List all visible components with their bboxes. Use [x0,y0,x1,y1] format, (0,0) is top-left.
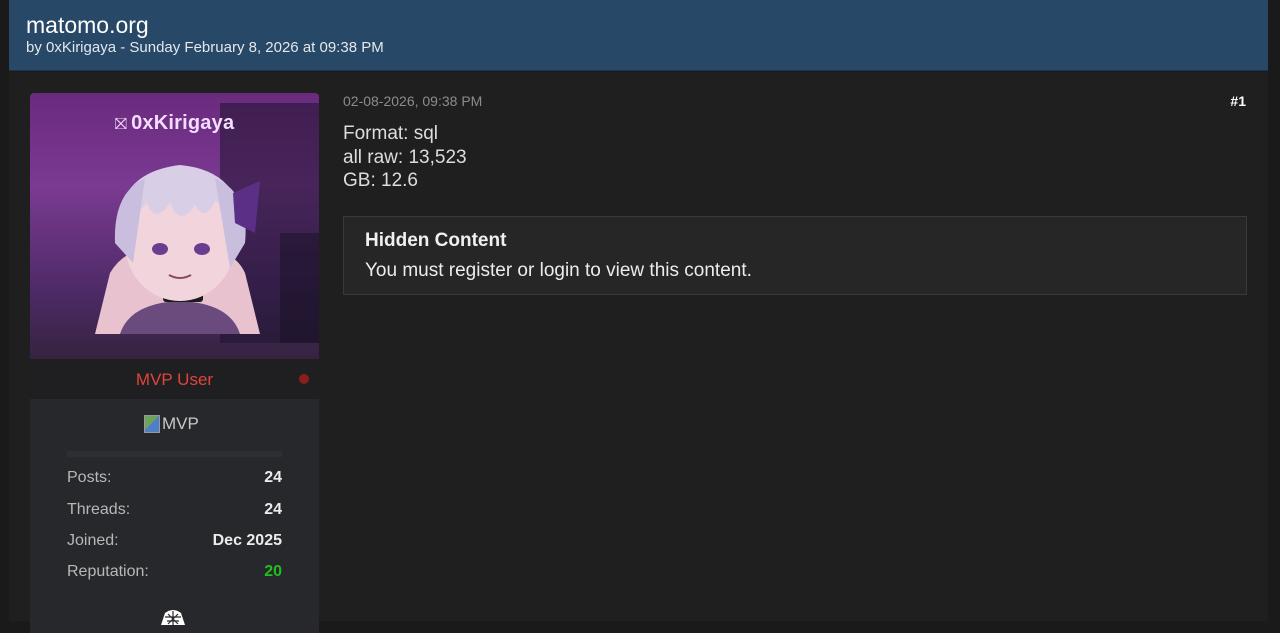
mvp-badge: MVP [144,413,199,435]
stat-value[interactable]: 24 [264,501,282,519]
offline-status-dot [299,374,309,384]
stat-label: Threads: [67,501,131,518]
stat-value[interactable]: 20 [264,563,282,581]
hidden-content-message: You must register or login to view this … [365,260,752,281]
hidden-content-box: Hidden Content You must register or logi… [343,216,1247,295]
post-body-line: GB: 12.6 [343,170,418,191]
post-number-link[interactable]: #1 [1230,93,1246,109]
avatar-username: ⛝ 0xKirigaya [30,112,319,135]
avatar-background-shape-2 [280,233,319,343]
thread-title: matomo.org [26,12,149,38]
stat-label: Reputation: [67,563,149,580]
avatar-username-text: 0xKirigaya [131,112,235,134]
stat-value: Dec 2025 [212,532,282,549]
anime-character-avatar-image [95,165,260,334]
stat-joined: Joined: Dec 2025 [67,532,282,552]
award-icon [161,610,185,625]
rank-title: MVP User [135,370,214,389]
hidden-content-title: Hidden Content [365,230,507,251]
post-date: 02-08-2026, 09:38 PM [343,93,483,109]
post-body-line: all raw: 13,523 [343,146,467,168]
post-body-line: Format: sql [343,123,439,144]
stats-divider [67,451,282,457]
stat-label: Joined: [67,532,119,549]
stat-value[interactable]: 24 [264,469,282,487]
rank-bar: MVP User [30,359,319,399]
thread-header: matomo.org by 0xKirigaya - Sunday Februa… [9,0,1268,71]
stat-reputation: Reputation: 20 [67,563,282,583]
stat-label: Posts: [67,469,112,486]
thread-byline: by 0xKirigaya - Sunday February 8, 2026 … [26,39,384,56]
author-panel: ⛝ 0xKirigaya MVP User MVP Posts: 24 Threa… [30,93,319,633]
post-body: Format: sql all raw: 13,523 GB: 12.6 [343,122,467,193]
mvp-badge-alt-text: MVP [162,414,199,433]
stat-posts: Posts: 24 [67,469,282,489]
broken-image-icon [144,415,160,433]
username-glyph: ⛝ [114,116,128,133]
avatar[interactable]: ⛝ 0xKirigaya [30,93,319,359]
stat-threads: Threads: 24 [67,501,282,521]
